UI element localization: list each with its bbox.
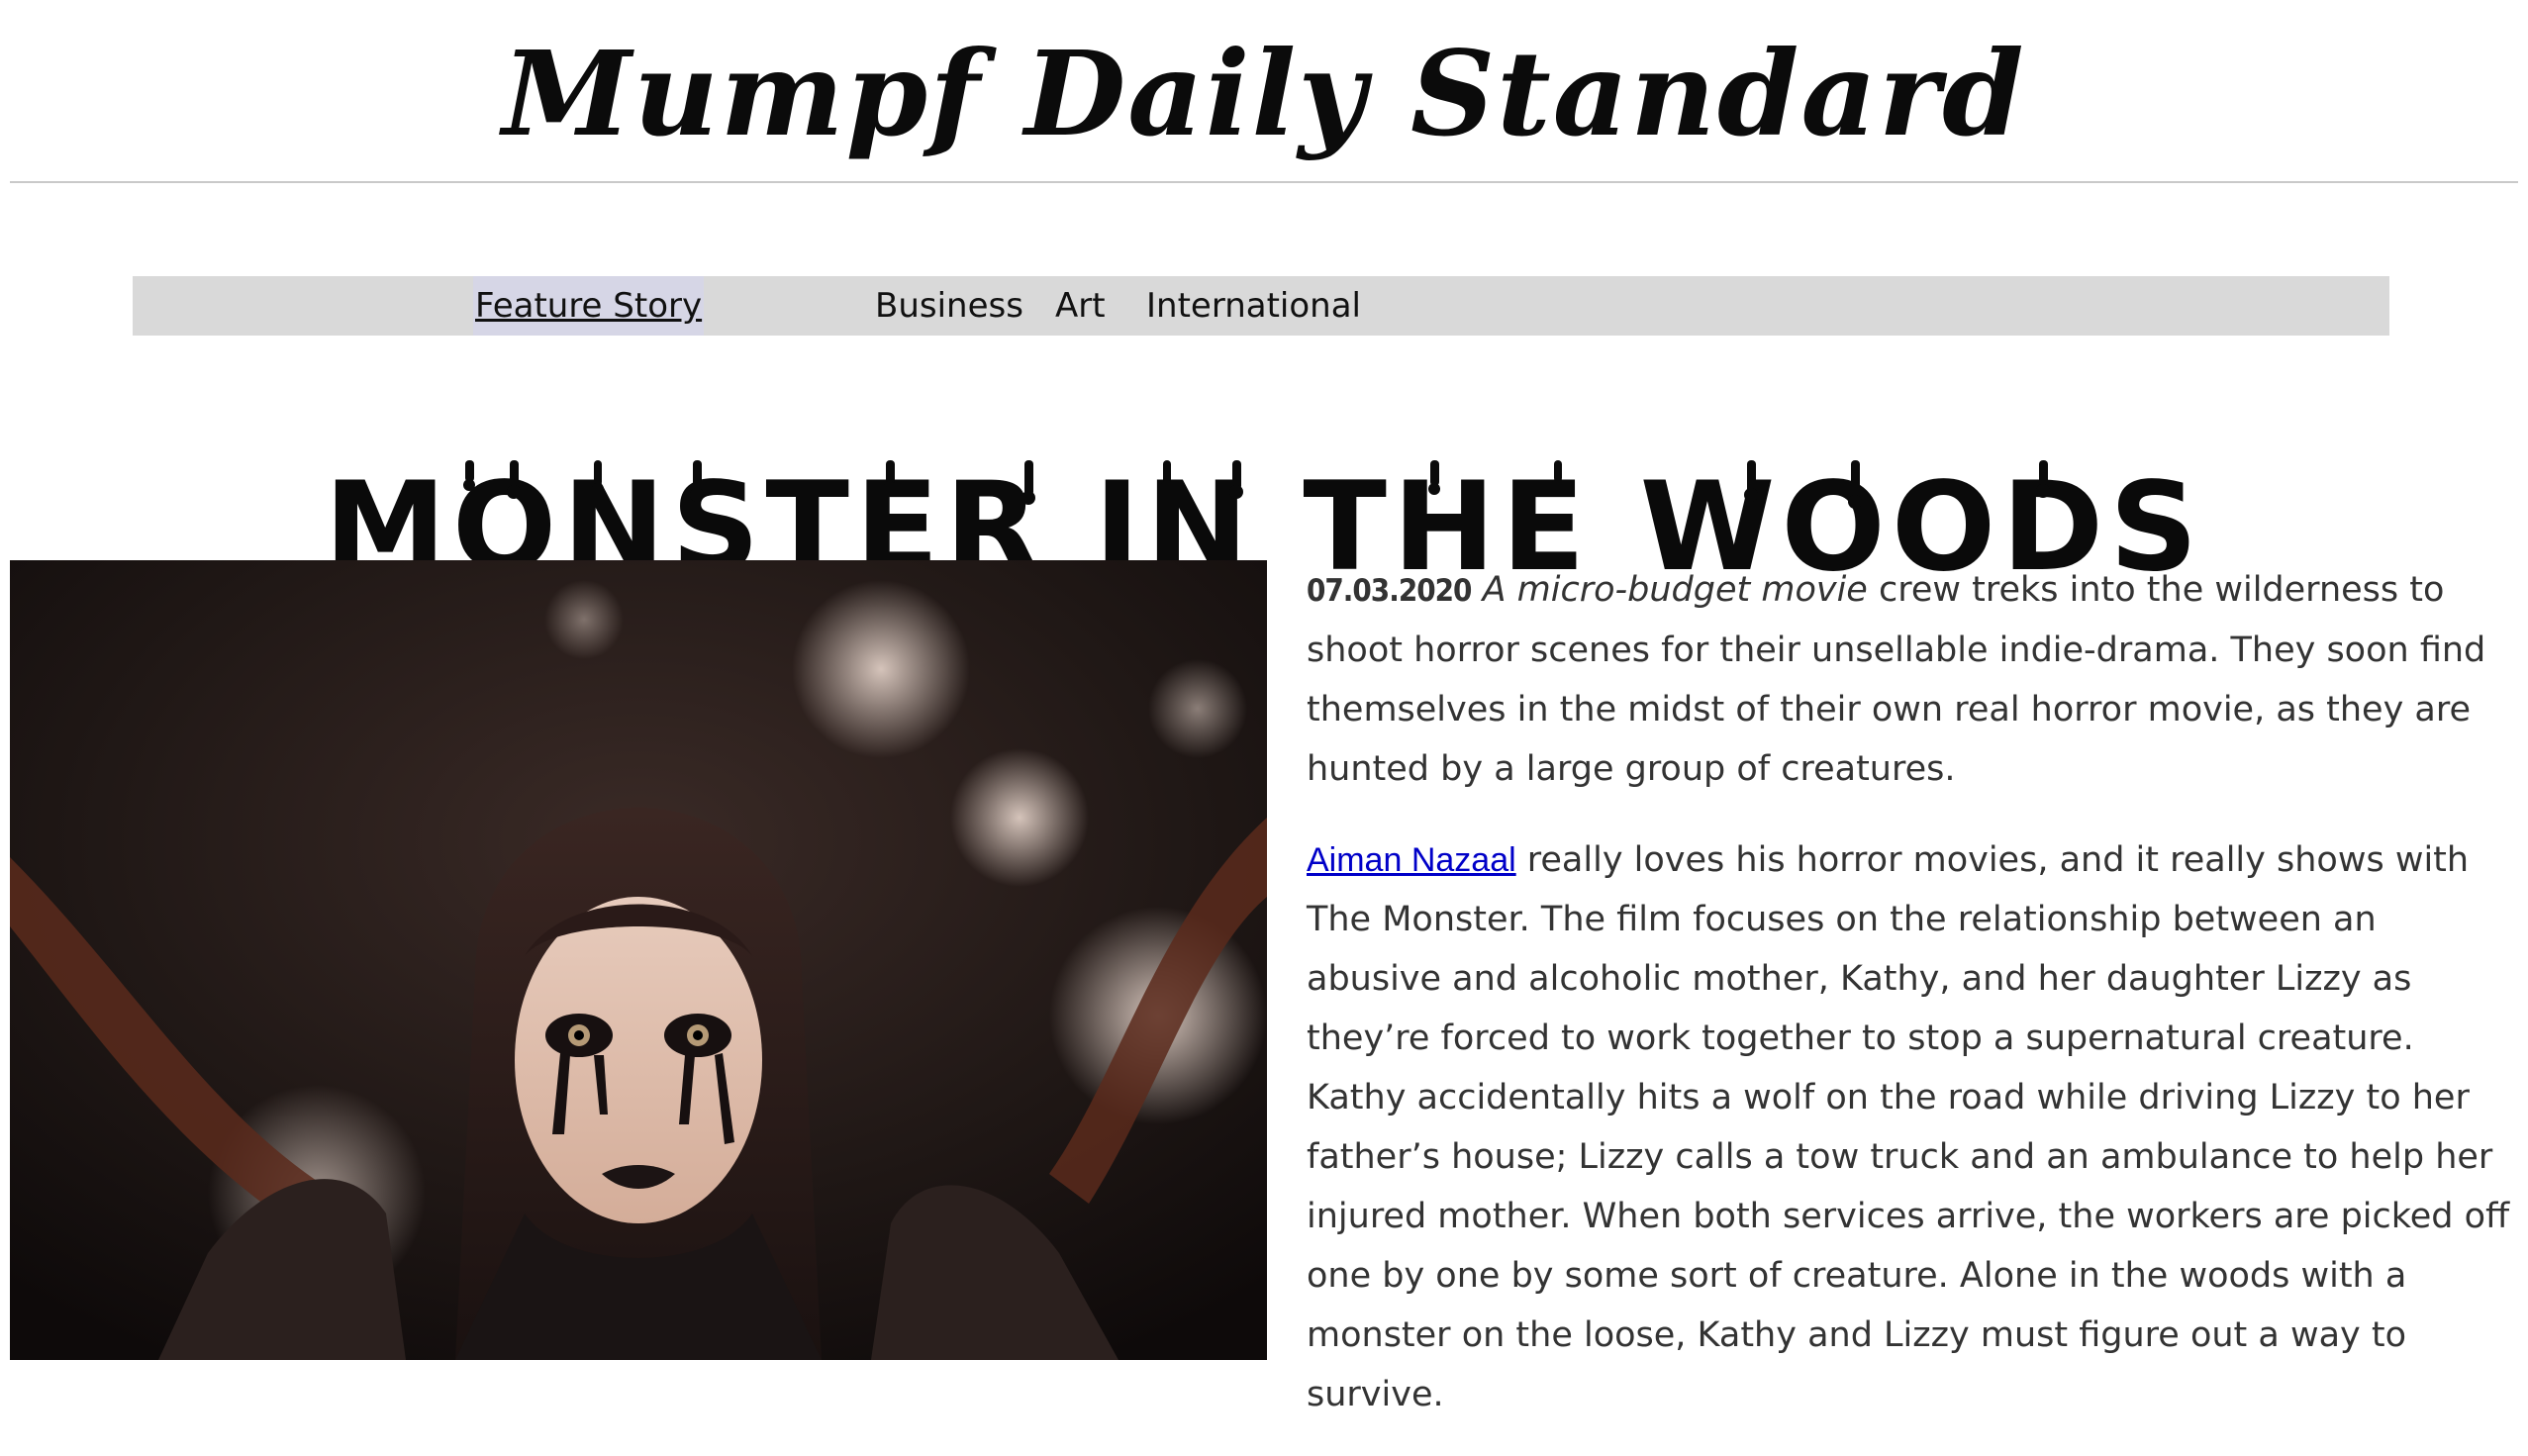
article-lede-paragraph: 07.03.2020 A micro-budget movie crew tre… <box>1307 560 2514 799</box>
site-title: Mumpf Daily Standard <box>502 25 2026 162</box>
main-nav: Feature Story Business Art International <box>133 276 2389 336</box>
article-body-paragraph: Aiman Nazaal really loves his horror mov… <box>1307 830 2514 1424</box>
article-photo <box>10 560 1267 1360</box>
nav-item-international[interactable]: International <box>1146 276 1361 336</box>
article-body: 07.03.2020 A micro-budget movie crew tre… <box>1307 560 2514 1456</box>
nav-item-business[interactable]: Business <box>875 276 1023 336</box>
article-body-text: really loves his horror movies, and it r… <box>1307 840 2510 1414</box>
masthead: Mumpf Daily Standard <box>10 0 2518 183</box>
nav-item-art[interactable]: Art <box>1055 276 1106 336</box>
author-link[interactable]: Aiman Nazaal <box>1307 841 1516 879</box>
article-lede-italic: A micro-budget movie <box>1482 570 1868 610</box>
nav-item-feature-story[interactable]: Feature Story <box>473 276 705 336</box>
article-date: 07.03.2020 <box>1307 573 1472 609</box>
